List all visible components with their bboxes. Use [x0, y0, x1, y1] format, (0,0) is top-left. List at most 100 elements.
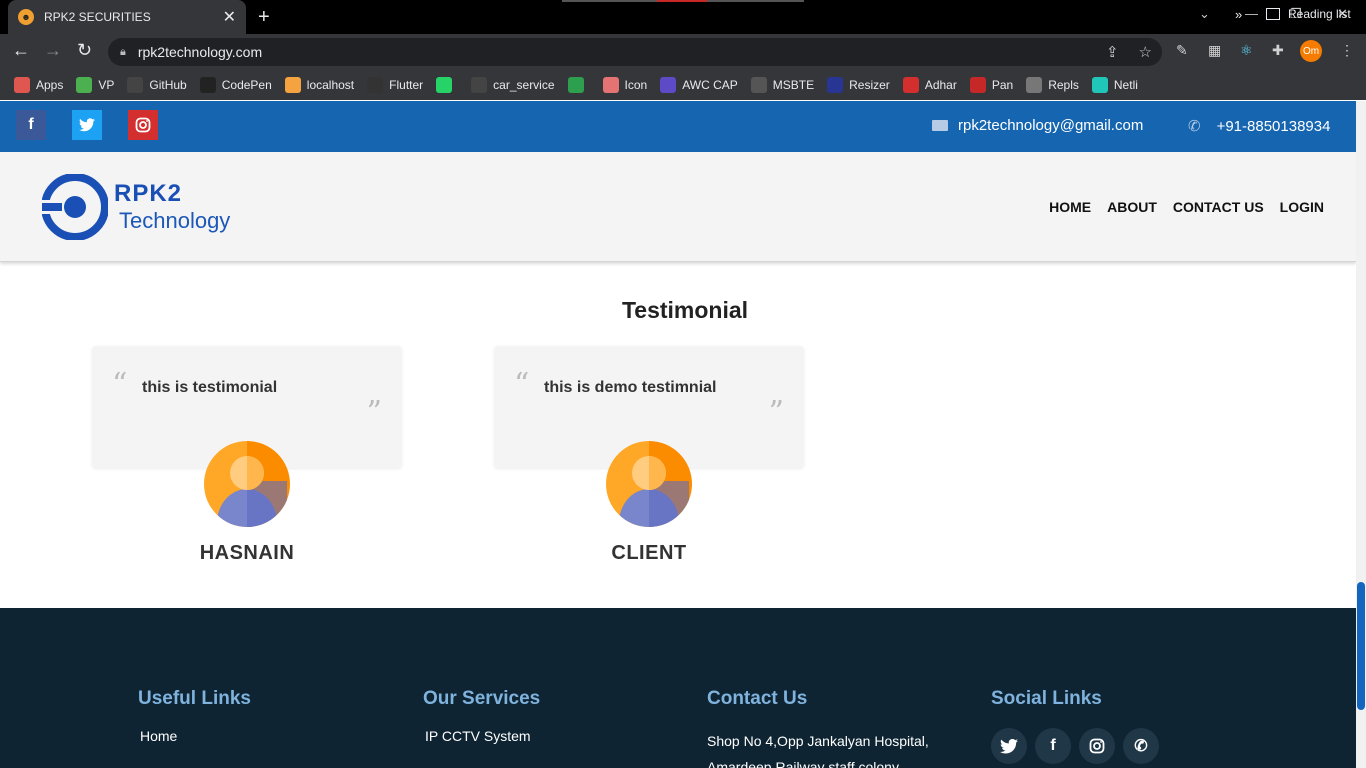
bookmark-item[interactable]: Resizer: [827, 77, 890, 93]
footer-heading: Contact Us: [707, 688, 808, 709]
phone-icon: ✆: [1188, 118, 1201, 135]
bookmark-label: MSBTE: [772, 78, 815, 92]
phone-text: +91-8850138934: [1216, 117, 1331, 135]
bookmark-item[interactable]: [567, 77, 590, 93]
instagram-icon[interactable]: [128, 110, 158, 140]
bookmark-icon: [471, 77, 488, 93]
logo-text-top[interactable]: RPK2: [114, 180, 182, 208]
back-icon[interactable]: ←: [12, 40, 30, 61]
bookmark-label: Pan: [991, 78, 1014, 92]
footer-facebook-icon[interactable]: f: [1035, 728, 1071, 764]
reload-icon[interactable]: ↻: [77, 40, 92, 61]
bookmark-item[interactable]: Pan: [969, 77, 1014, 93]
nav-home[interactable]: HOME: [1049, 199, 1091, 215]
contact-phone[interactable]: ✆ +91-8850138934: [1188, 117, 1331, 136]
bookmark-item[interactable]: localhost: [284, 77, 354, 93]
user-avatar-icon: [204, 441, 290, 527]
bookmark-icon: [660, 77, 677, 93]
bookmarks-bar: Apps VP GitHub CodePen localhost Flutter car_s…: [0, 70, 1366, 100]
menu-kebab-icon[interactable]: ⋮: [1340, 42, 1354, 59]
bookmark-label: Netli: [1113, 78, 1138, 92]
extension-grid-icon[interactable]: ▦: [1208, 42, 1221, 59]
reading-list-label: Reading list: [1288, 7, 1351, 21]
bookmark-item[interactable]: Flutter: [367, 77, 423, 93]
extensions-puzzle-icon[interactable]: ✚: [1272, 42, 1284, 59]
new-tab-icon[interactable]: +: [258, 6, 270, 29]
reading-list[interactable]: Reading list: [1266, 7, 1351, 21]
footer-useful-links: Useful Links Home: [138, 688, 251, 744]
tab-search-icon[interactable]: ⌄: [1199, 6, 1210, 22]
footer-twitter-icon[interactable]: [991, 728, 1027, 764]
address-line: Shop No 4,Opp Jankalyan Hospital,: [707, 733, 929, 749]
site-navbar: RPK2 Technology HOME ABOUT CONTACT US LO…: [0, 152, 1356, 262]
bookmark-item[interactable]: MSBTE: [750, 77, 815, 93]
bookmark-item[interactable]: Netli: [1091, 77, 1138, 93]
bookmark-item[interactable]: Apps: [14, 77, 63, 93]
bookmark-star-icon[interactable]: ☆: [1139, 43, 1152, 61]
bookmark-label: car_service: [493, 78, 555, 92]
address-bar[interactable]: 🔒︎ rpk2technology.com ⇪ ☆: [108, 38, 1162, 66]
bookmark-icon: [827, 77, 844, 93]
bookmark-icon: [284, 77, 301, 93]
bookmark-label: Resizer: [849, 78, 890, 92]
bookmark-item[interactable]: GitHub: [127, 77, 187, 93]
forward-icon[interactable]: →: [44, 40, 62, 61]
close-tab-icon[interactable]: ✕: [223, 7, 236, 27]
bookmark-icon: [902, 77, 919, 93]
bookmark-item[interactable]: [436, 77, 458, 93]
bookmark-item[interactable]: AWC CAP: [660, 77, 738, 93]
bookmark-item[interactable]: Adhar: [902, 77, 957, 93]
footer-whatsapp-icon[interactable]: ✆: [1123, 728, 1159, 764]
bookmark-icon: [602, 77, 619, 93]
bookmark-label: VP: [98, 78, 115, 92]
email-text: rpk2technology@gmail.com: [958, 117, 1144, 134]
url-text: rpk2technology.com: [137, 44, 263, 60]
bookmark-icon: [750, 77, 767, 93]
bookmark-icon: [367, 77, 384, 93]
page-scrollbar-thumb[interactable]: [1357, 582, 1365, 710]
contact-email[interactable]: rpk2technology@gmail.com: [932, 117, 1143, 134]
more-bookmarks-icon[interactable]: »: [1235, 7, 1242, 22]
bookmark-item[interactable]: Repls: [1026, 77, 1079, 93]
twitter-icon[interactable]: [72, 110, 102, 140]
footer-heading: Our Services: [423, 688, 541, 709]
testimonial-text: this is demo testimnial: [544, 379, 717, 396]
nav-about[interactable]: ABOUT: [1107, 199, 1157, 215]
nav-contact[interactable]: CONTACT US: [1173, 199, 1264, 215]
bookmark-label: Flutter: [389, 78, 424, 92]
bookmark-item[interactable]: Icon: [602, 77, 648, 93]
bookmark-icon: [436, 77, 453, 93]
close-quote-icon: ”: [768, 395, 784, 430]
testimonial-author: HASNAIN: [199, 542, 295, 564]
testimonial-text: this is testimonial: [142, 379, 278, 396]
browser-tab[interactable]: ☻ RPK2 SECURITIES ✕: [8, 0, 246, 34]
logo-text-bottom[interactable]: Technology: [119, 208, 230, 234]
footer-link-cctv[interactable]: IP CCTV System: [425, 728, 540, 744]
react-devtools-icon[interactable]: ⚛: [1240, 42, 1253, 59]
nav-login[interactable]: LOGIN: [1280, 199, 1324, 215]
site-footer: Useful Links Home Our Services IP CCTV S…: [0, 608, 1356, 768]
website-viewport: f rpk2technology@gmail.com ✆ +91-8850138…: [0, 101, 1356, 768]
footer-link-home[interactable]: Home: [140, 728, 251, 744]
testimonial-author: CLIENT: [611, 542, 687, 564]
bookmark-icon: [1091, 77, 1108, 93]
bookmark-item[interactable]: VP: [76, 77, 114, 93]
bookmark-item[interactable]: CodePen: [199, 77, 272, 93]
bookmark-label: Icon: [624, 78, 648, 92]
address-line: Amardeep Railway staff colony,: [707, 759, 902, 768]
share-icon[interactable]: ⇪: [1106, 43, 1119, 61]
bookmark-item[interactable]: car_service: [471, 77, 555, 93]
reading-list-icon: [1266, 8, 1280, 20]
extension-pen-icon[interactable]: ✎: [1176, 42, 1188, 59]
bookmark-icon: [567, 77, 584, 93]
facebook-icon[interactable]: f: [16, 110, 46, 140]
logo-mark-icon[interactable]: [42, 174, 108, 240]
minimize-icon[interactable]: —: [1245, 6, 1258, 21]
bookmark-icon: [969, 77, 986, 93]
lock-icon[interactable]: 🔒︎: [120, 46, 126, 59]
footer-heading: Useful Links: [138, 688, 251, 709]
footer-instagram-icon[interactable]: [1079, 728, 1115, 764]
browser-tabstrip: ☻ RPK2 SECURITIES ✕ + ⌄ — ❐ ✕: [0, 0, 1366, 34]
profile-avatar[interactable]: Om: [1300, 40, 1322, 62]
bookmark-label: CodePen: [221, 78, 272, 92]
